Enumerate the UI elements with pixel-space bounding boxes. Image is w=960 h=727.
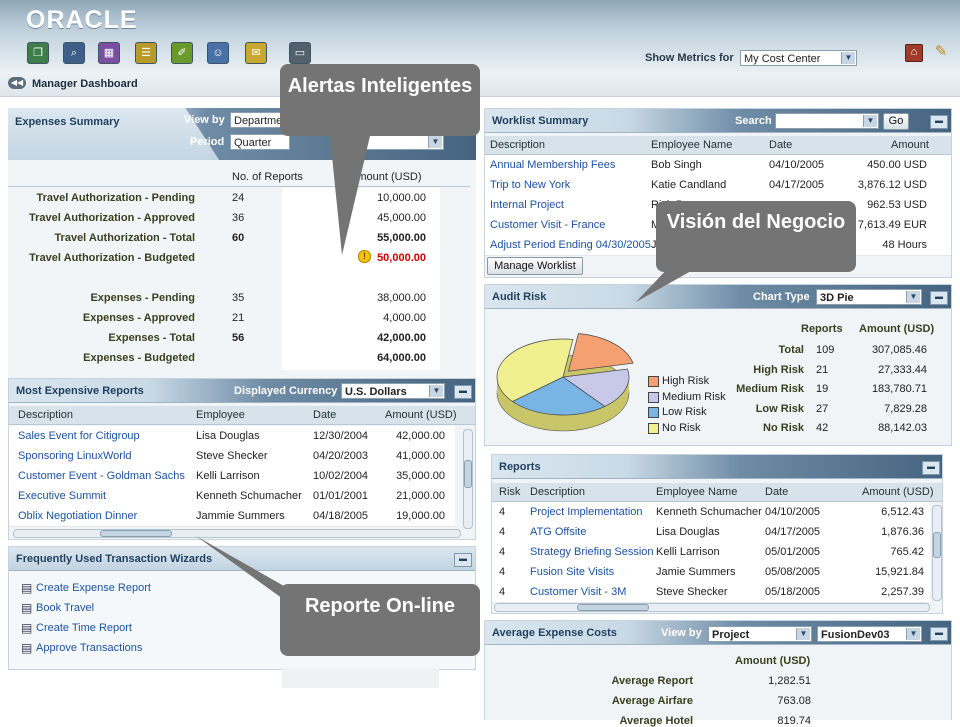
alertas-pointer bbox=[330, 136, 370, 255]
callout-alertas: Alertas Inteligentes bbox=[280, 64, 480, 136]
reporte-pointer bbox=[196, 536, 290, 604]
callout-vision: Visión del Negocio bbox=[656, 201, 856, 272]
callout-pointers bbox=[196, 136, 700, 604]
callout-reporte: Reporte On-line bbox=[280, 584, 480, 656]
